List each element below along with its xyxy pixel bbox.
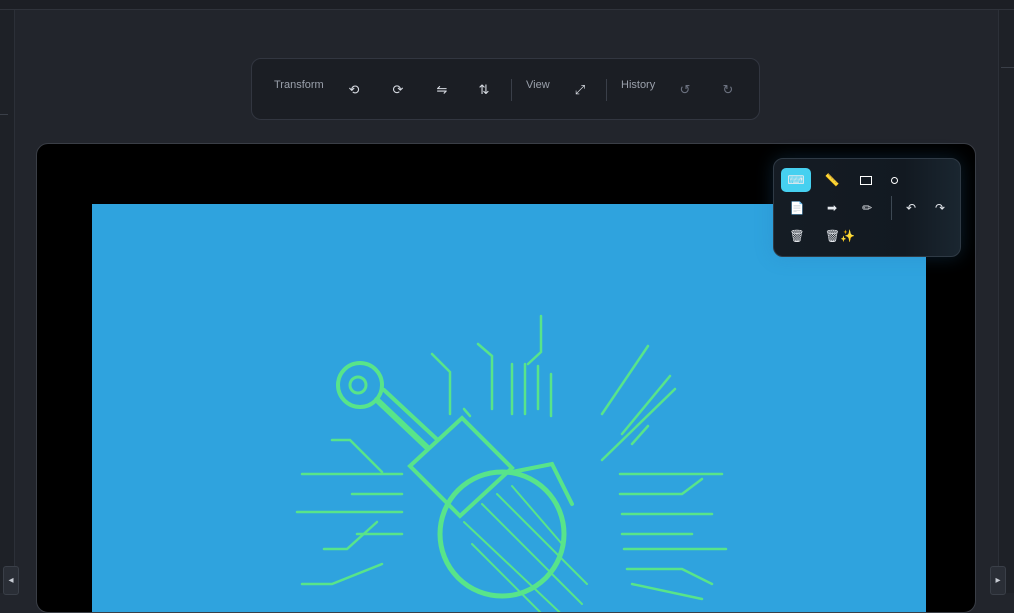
transform-label: Transform [274, 79, 324, 91]
arrow-tool-button[interactable]: ➡ [817, 196, 847, 220]
left-sidebar-divider [0, 114, 8, 115]
redo-button[interactable]: ↻ [716, 79, 740, 101]
fit-view-button[interactable]: ⤢ [568, 79, 592, 101]
pencil-tool-button[interactable]: ✏ [852, 196, 882, 220]
toolbar-divider [511, 79, 512, 101]
image-toolbar: Transform ⟲ ⟳ ⇋ ⇅ View ⤢ History ↺ ↻ [251, 58, 760, 120]
toolbar-divider [606, 79, 607, 101]
rotate-right-button[interactable]: ⟳ [386, 79, 410, 101]
history-label: History [621, 79, 656, 91]
undo-button[interactable]: ↺ [673, 79, 697, 101]
right-sidebar-divider [1001, 67, 1014, 68]
top-bar [0, 0, 1014, 10]
left-sidebar [0, 10, 15, 593]
right-sidebar [998, 10, 1014, 593]
next-arrow-button[interactable]: ▸ [990, 566, 1006, 595]
circle-icon [890, 177, 898, 185]
clear-all-button[interactable]: 🗑✨ [820, 224, 860, 248]
panel-divider [891, 196, 892, 220]
drawing-tools-panel: ⌨ 📏 📄 ➡ ✏ ↶ ↷ 🗑 🗑✨ [773, 158, 961, 257]
trash-button[interactable]: 🗑 [782, 224, 812, 248]
rectangle-tool-button[interactable] [851, 168, 881, 192]
undo-stroke-button[interactable]: ↶ [896, 196, 926, 220]
flip-horizontal-button[interactable]: ⇋ [430, 79, 454, 101]
view-label: View [526, 79, 550, 91]
rectangle-icon [860, 176, 872, 186]
redo-stroke-button[interactable]: ↷ [925, 196, 955, 220]
circle-tool-button[interactable] [879, 168, 909, 192]
prev-arrow-button[interactable]: ◂ [3, 566, 19, 595]
brush-circuit-illustration [295, 314, 728, 612]
keyboard-tool-button[interactable]: ⌨ [781, 168, 811, 192]
page-tool-button[interactable]: 📄 [782, 196, 812, 220]
artwork-image [92, 204, 926, 612]
flip-vertical-button[interactable]: ⇅ [472, 79, 496, 101]
ruler-tool-button[interactable]: 📏 [817, 168, 847, 192]
rotate-left-button[interactable]: ⟲ [342, 79, 366, 101]
